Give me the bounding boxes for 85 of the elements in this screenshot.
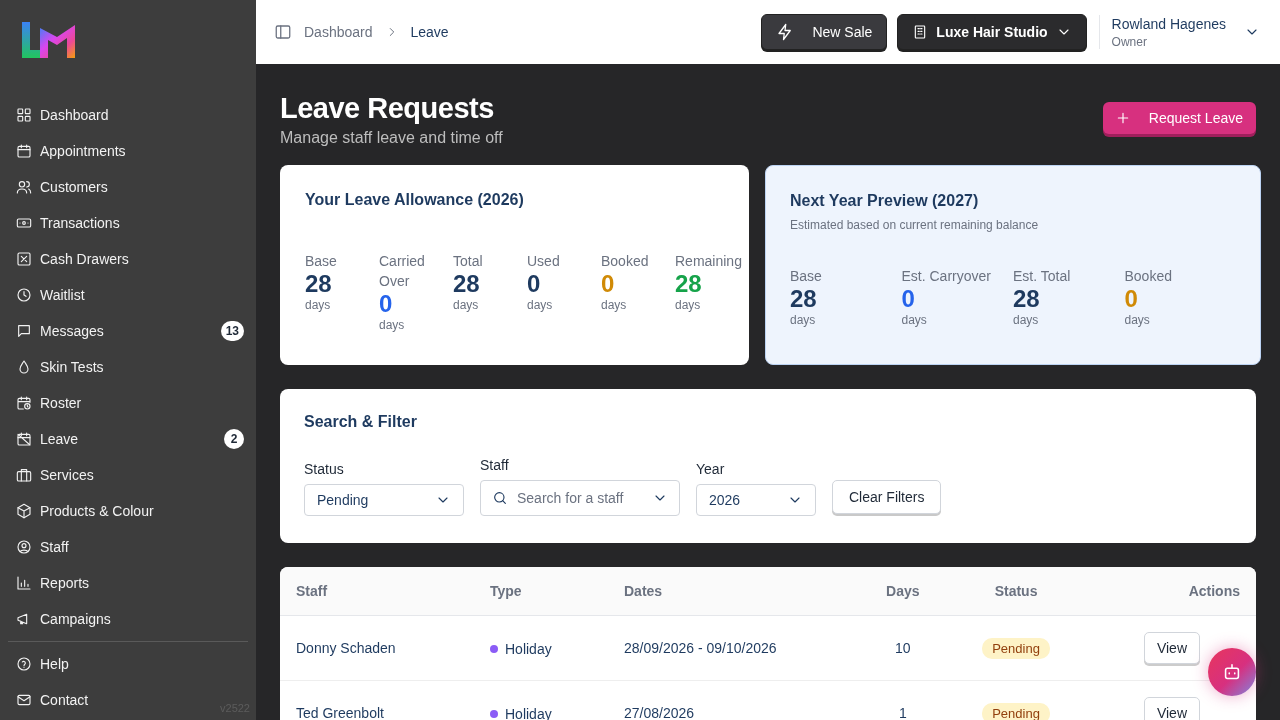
stat-label: Booked xyxy=(601,252,650,271)
stat-unit: days xyxy=(379,317,406,333)
stat-unit: days xyxy=(1124,312,1151,328)
sidebar-item[interactable]: Appointments xyxy=(0,133,256,169)
field-label: Year xyxy=(696,461,726,477)
stat-label: Base xyxy=(305,252,338,271)
sidebar-item[interactable]: Leave 2 xyxy=(0,421,256,457)
sidebar-item[interactable]: Customers xyxy=(0,169,256,205)
stat-label: Carried Over xyxy=(379,252,426,291)
breadcrumb-link[interactable]: Leave xyxy=(410,24,449,40)
sidebar-item[interactable]: Staff xyxy=(0,529,256,565)
staff-name: Donny Schaden xyxy=(296,640,396,656)
stat-unit: days xyxy=(601,297,628,313)
stat-label: Total xyxy=(453,252,484,271)
sidebar-item[interactable]: Transactions xyxy=(0,205,256,241)
stat-value: 0 xyxy=(379,291,394,317)
stat-value: 0 xyxy=(901,286,916,312)
stat-value: 0 xyxy=(601,271,616,297)
stat-label: Used xyxy=(527,252,561,271)
column-header: Type xyxy=(474,567,608,616)
card-title: Next Year Preview (2027) xyxy=(790,192,980,210)
stat-value: 28 xyxy=(453,271,481,297)
sidebar-item[interactable]: Products & Colour xyxy=(0,493,256,529)
count-badge: 13 xyxy=(220,321,244,341)
stat-unit: days xyxy=(527,297,554,313)
date-range: 28/09/2026 - 09/10/2026 xyxy=(624,640,777,656)
stat-value: 0 xyxy=(1124,286,1139,312)
sidebar-item[interactable]: Reports xyxy=(0,565,256,601)
select-field[interactable]: 2026 xyxy=(696,484,816,516)
view-button[interactable]: View xyxy=(1143,697,1200,720)
stat-label: Base xyxy=(790,267,823,286)
stat-value: 28 xyxy=(305,271,333,297)
stat-unit: days xyxy=(790,312,817,328)
sidebar-item[interactable]: Skin Tests xyxy=(0,349,256,385)
search-field[interactable]: Search for a staff xyxy=(480,480,680,516)
stat-value: 28 xyxy=(790,286,818,312)
column-header: Actions xyxy=(1083,567,1256,616)
sidebar-item[interactable]: Help xyxy=(0,646,180,682)
card-title: Your Leave Allowance (2026) xyxy=(305,191,525,209)
sidebar-item[interactable]: Roster xyxy=(0,385,256,421)
days-count: 10 xyxy=(895,640,911,656)
stat-unit: days xyxy=(1013,312,1040,328)
stat-value: 28 xyxy=(1013,286,1041,312)
field-label: Status xyxy=(304,461,345,477)
field-label: Staff xyxy=(480,457,510,473)
user-menu[interactable]: Rowland Hagenes Owner xyxy=(1111,15,1260,49)
count-badge: 2 xyxy=(224,429,244,449)
stat-value: 0 xyxy=(527,271,542,297)
new-sale-button[interactable]: New Sale xyxy=(761,14,888,50)
column-header: Dates xyxy=(608,567,857,616)
stat-label: Est. Total xyxy=(1013,267,1072,286)
stat-label: Booked xyxy=(1124,267,1173,286)
page-subtitle: Manage staff leave and time off xyxy=(280,129,503,147)
page-title: Leave Requests xyxy=(280,92,495,125)
breadcrumb-link[interactable]: Dashboard xyxy=(304,24,373,40)
sidebar-item[interactable]: Messages 13 xyxy=(0,313,256,349)
leave-type: Holiday xyxy=(505,640,552,657)
sidebar-item[interactable]: Services xyxy=(0,457,256,493)
stat-unit: days xyxy=(453,297,480,313)
request-leave-button[interactable]: Request Leave xyxy=(1102,102,1256,134)
sidebar-item[interactable]: Contact xyxy=(0,682,180,718)
sidebar-item[interactable]: Waitlist xyxy=(0,277,256,313)
status-pill: Pending xyxy=(982,703,1050,720)
select-field[interactable]: Pending xyxy=(304,484,464,516)
business-select[interactable]: Luxe Hair Studio xyxy=(897,14,1087,50)
days-count: 1 xyxy=(898,705,907,720)
view-button[interactable]: View xyxy=(1143,632,1200,664)
clear-filters-button[interactable]: Clear Filters xyxy=(832,480,942,514)
sidebar-item[interactable]: Dashboard xyxy=(0,97,256,133)
status-pill: Pending xyxy=(982,638,1050,659)
date-range: 27/08/2026 xyxy=(624,705,695,720)
column-header: Days xyxy=(856,567,949,616)
stat-value: 28 xyxy=(675,271,703,297)
column-header: Status xyxy=(948,567,1084,616)
stat-label: Remaining xyxy=(675,252,743,271)
staff-name: Ted Greenbolt xyxy=(296,705,384,720)
card-title: Search & Filter xyxy=(304,413,418,431)
stat-label: Est. Carryover xyxy=(901,267,992,286)
column-header: Staff xyxy=(280,567,474,616)
stat-unit: days xyxy=(901,312,928,328)
sidebar-item[interactable]: Cash Drawers xyxy=(0,241,256,277)
sidebar-item[interactable]: Campaigns xyxy=(0,601,256,637)
card-note: Estimated based on current remaining balance xyxy=(790,218,1040,232)
stat-unit: days xyxy=(305,297,332,313)
stat-unit: days xyxy=(675,297,702,313)
